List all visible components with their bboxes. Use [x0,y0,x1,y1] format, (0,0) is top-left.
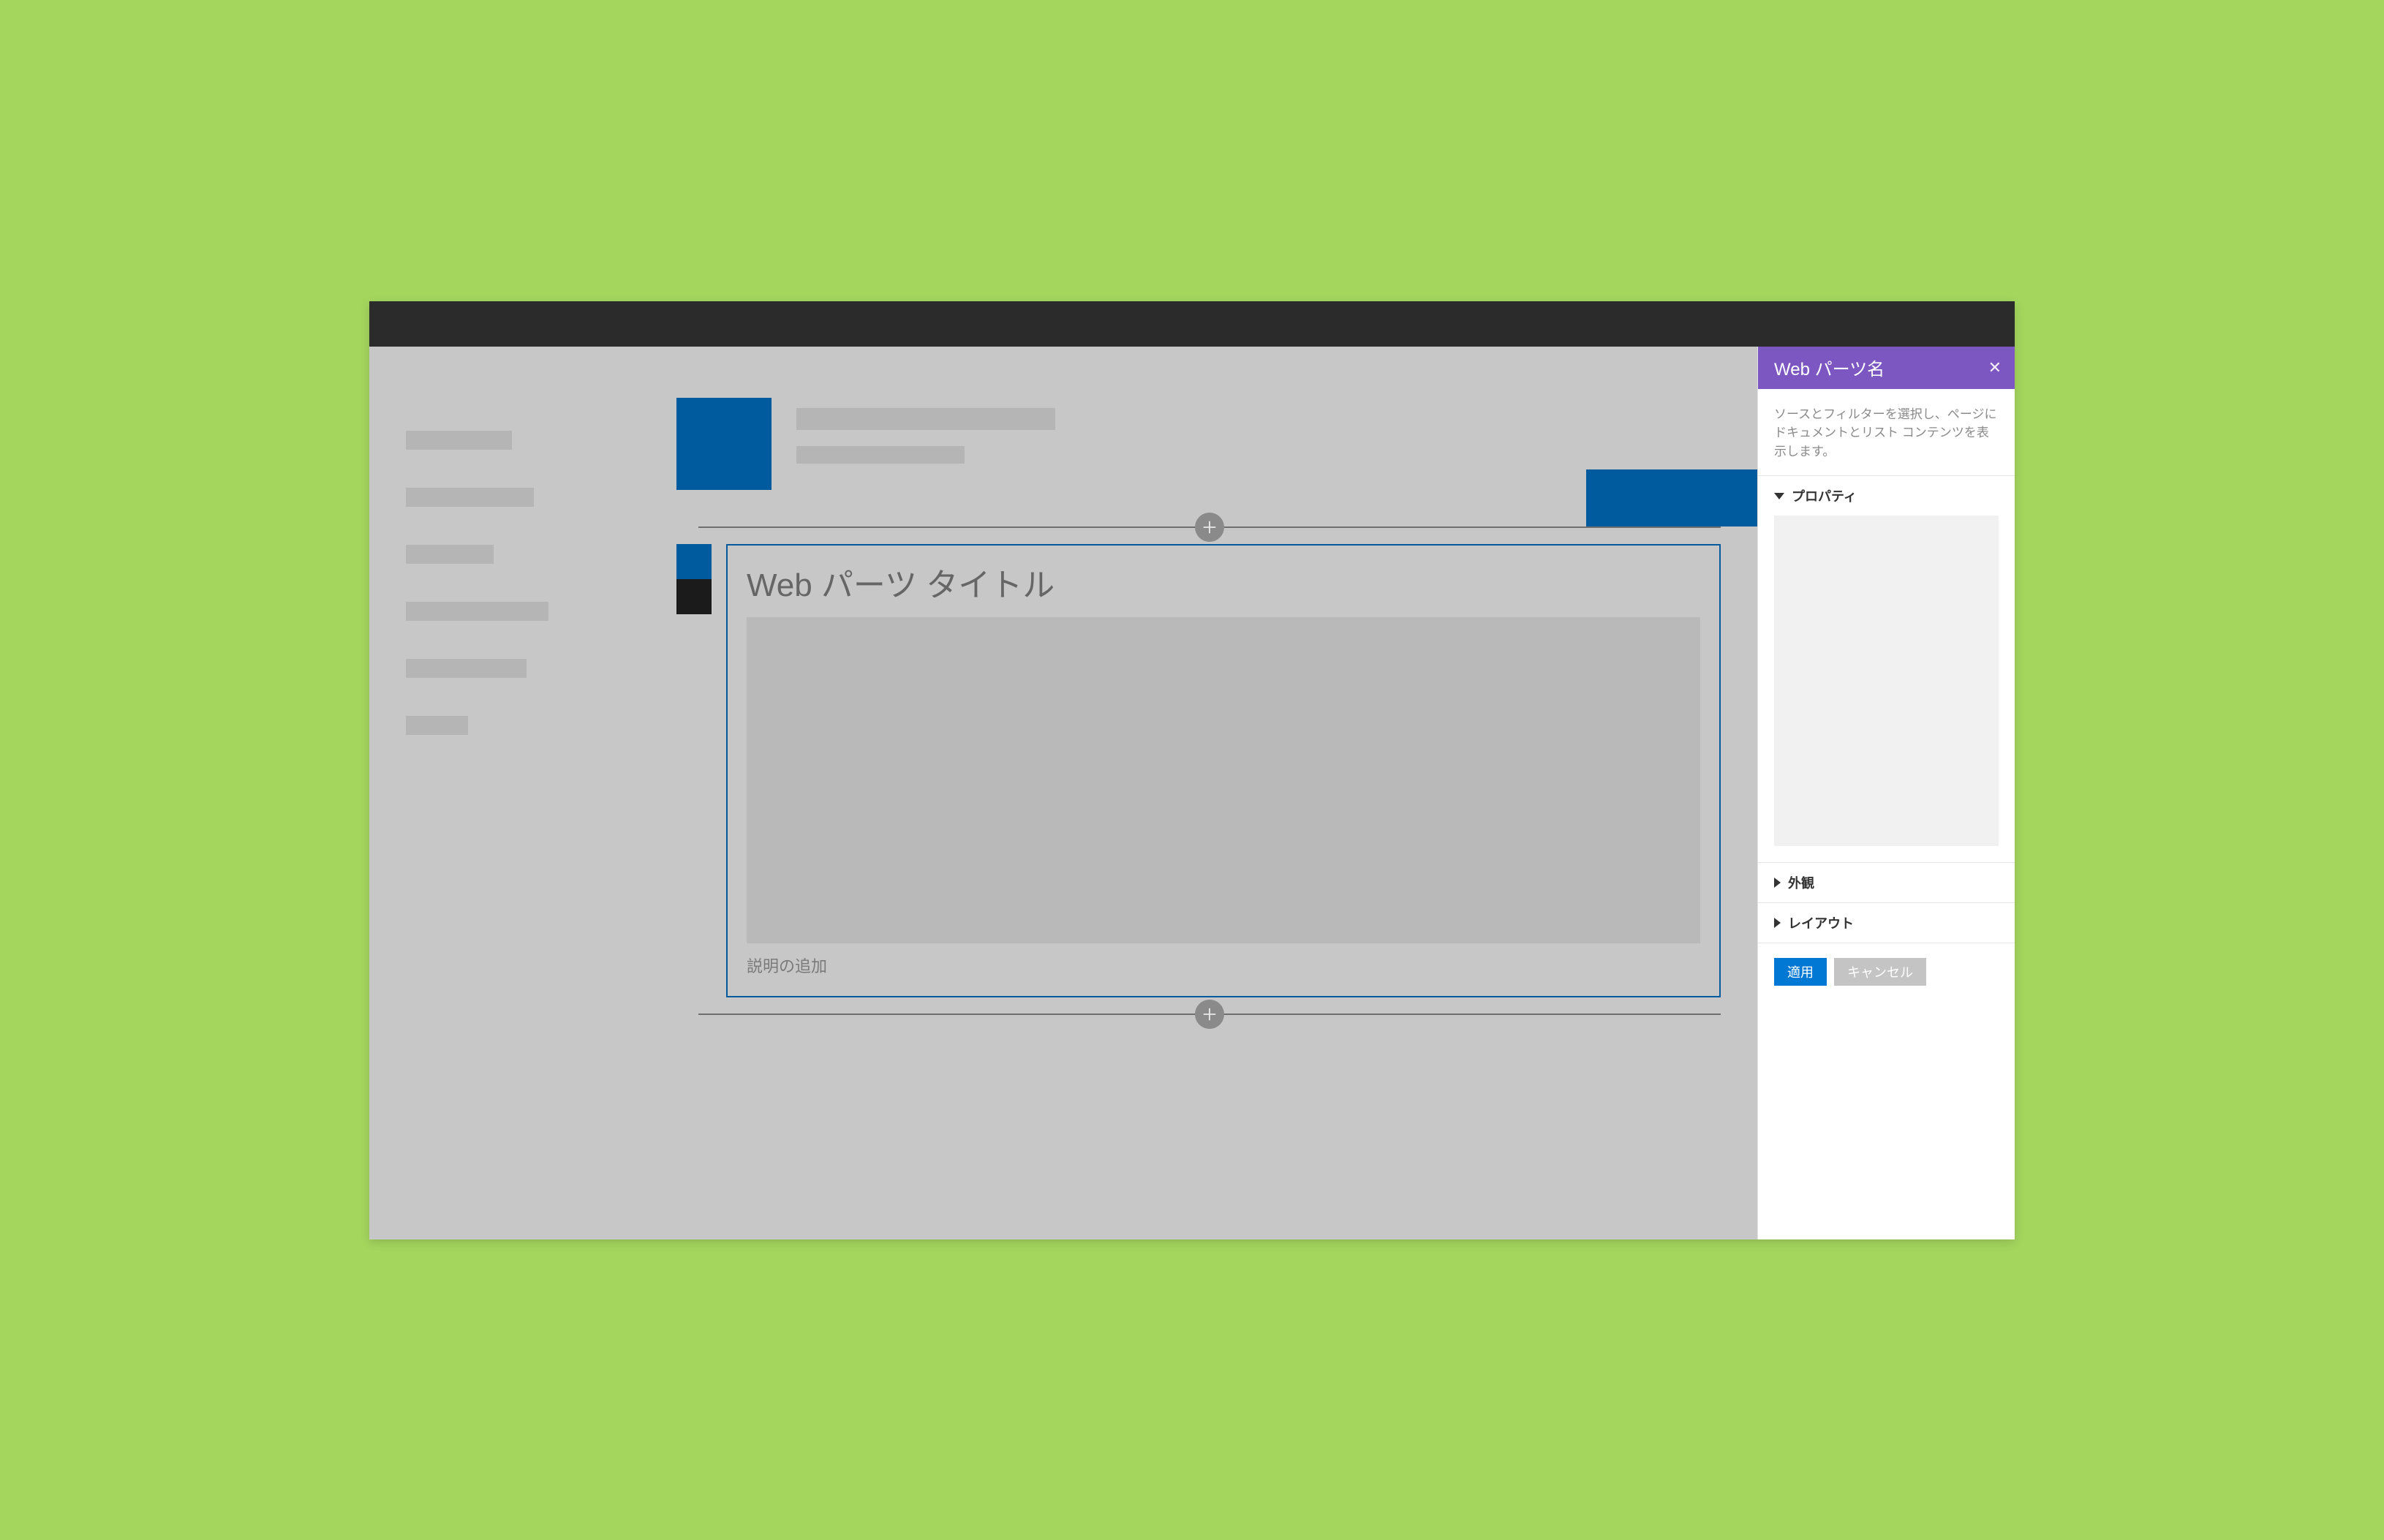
site-logo [676,398,772,490]
add-section-button[interactable] [1195,513,1224,542]
nav-item[interactable] [406,602,548,621]
left-nav [369,347,640,1239]
close-icon[interactable]: ✕ [1988,358,2002,377]
nav-item[interactable] [406,488,534,507]
pane-actions: 適用 キャンセル [1758,943,2015,1000]
webpart-edit-button[interactable] [676,544,712,579]
webpart-title[interactable]: Web パーツ タイトル [747,559,1700,605]
nav-item[interactable] [406,545,494,564]
section-divider-bottom [698,1014,1721,1015]
title-placeholder-line [796,408,1055,430]
nav-item[interactable] [406,431,512,450]
app-window: Web パーツ タイトル 説明の追加 Web パーツ名 ✕ ソースとフィルターを… [369,301,2015,1239]
pane-section-header-appearance[interactable]: 外観 [1758,863,2015,902]
webpart-row: Web パーツ タイトル 説明の追加 [676,544,1721,997]
webpart-body [747,617,1700,943]
pane-section-properties: プロパティ [1758,475,2015,862]
caret-right-icon [1774,877,1781,888]
cancel-button[interactable]: キャンセル [1834,958,1926,986]
section-label: プロパティ [1792,486,1857,505]
page-title-block [796,398,1055,464]
section-label: 外観 [1788,873,1814,892]
webpart-toolbar [676,544,712,997]
primary-action-button[interactable] [1586,469,1757,526]
section-divider-top [698,526,1721,528]
webpart-move-button[interactable] [676,579,712,614]
section-label: レイアウト [1788,913,1854,932]
canvas-area: Web パーツ タイトル 説明の追加 [640,526,1757,1015]
property-pane: Web パーツ名 ✕ ソースとフィルターを選択し、ページにドキュメントとリスト … [1757,347,2015,1239]
pane-section-header-properties[interactable]: プロパティ [1758,476,2015,516]
apply-button[interactable]: 適用 [1774,958,1827,986]
subtitle-placeholder-line [796,446,965,464]
webpart-container[interactable]: Web パーツ タイトル 説明の追加 [726,544,1721,997]
page-header [640,347,1757,526]
add-section-button[interactable] [1195,1000,1224,1029]
body-area: Web パーツ タイトル 説明の追加 Web パーツ名 ✕ ソースとフィルターを… [369,347,2015,1239]
properties-placeholder [1774,516,1999,846]
pane-header: Web パーツ名 ✕ [1758,347,2015,389]
pane-section-layout: レイアウト [1758,902,2015,943]
title-bar [369,301,2015,347]
plus-icon [1202,519,1218,535]
pane-description: ソースとフィルターを選択し、ページにドキュメントとリスト コンテンツを表示します… [1758,389,2015,476]
main-canvas: Web パーツ タイトル 説明の追加 [640,347,1757,1239]
pane-section-appearance: 外観 [1758,862,2015,902]
caret-down-icon [1774,493,1784,499]
caret-right-icon [1774,918,1781,928]
nav-item[interactable] [406,659,527,678]
pane-section-body-properties [1758,516,2015,862]
nav-item[interactable] [406,716,468,735]
webpart-description-placeholder[interactable]: 説明の追加 [747,954,1700,977]
pane-section-header-layout[interactable]: レイアウト [1758,903,2015,943]
pane-title: Web パーツ名 [1774,355,1885,380]
plus-icon [1202,1006,1218,1022]
